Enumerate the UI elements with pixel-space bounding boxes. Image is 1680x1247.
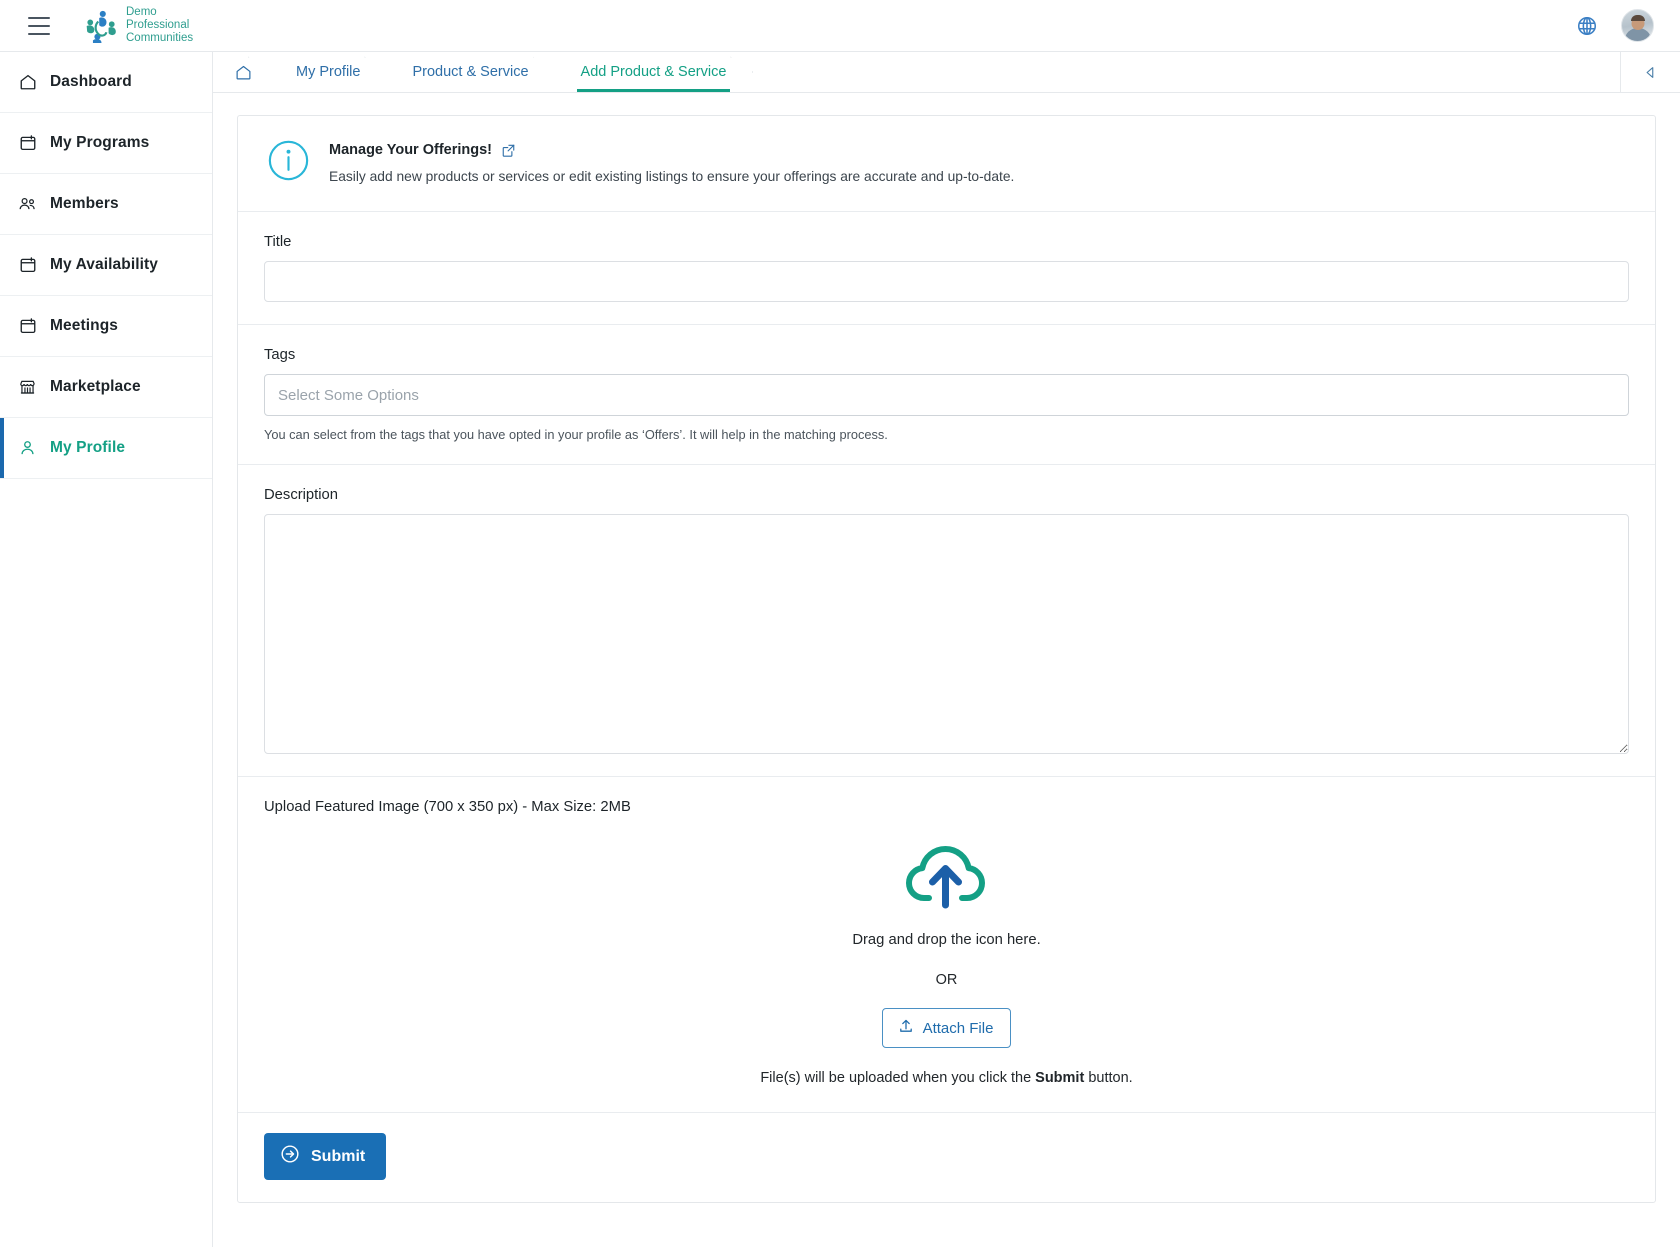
external-link-icon[interactable] [501, 143, 516, 158]
home-icon [236, 65, 251, 79]
top-header: Demo Professional Communities [0, 0, 1680, 52]
info-banner-description: Easily add new products or services or e… [329, 169, 1015, 184]
breadcrumb-label: Product & Service [412, 64, 529, 80]
breadcrumb-item-product-service[interactable]: Product & Service [386, 52, 555, 92]
storefront-icon [18, 378, 37, 397]
sidebar-item-my-profile[interactable]: My Profile [0, 418, 212, 479]
app-root: Demo Professional Communities Dashboard … [0, 0, 1680, 1247]
tags-field-group: Tags You can select from the tags that y… [238, 325, 1655, 465]
upload-note-bold: Submit [1035, 1070, 1085, 1086]
sidebar-item-marketplace[interactable]: Marketplace [0, 357, 212, 418]
upload-note: File(s) will be uploaded when you click … [760, 1070, 1132, 1086]
upload-icon [898, 1018, 914, 1038]
info-banner-title-row: Manage Your Offerings! [329, 142, 1014, 158]
submit-button[interactable]: Submit [264, 1133, 387, 1180]
brand-logo-text: Demo Professional Communities [126, 6, 193, 45]
breadcrumb-home[interactable] [213, 52, 270, 92]
logo-line-3: Communities [126, 31, 194, 44]
attach-file-label: Attach File [922, 1019, 994, 1037]
calendar-icon [18, 256, 37, 275]
upload-note-suffix: button. [1084, 1070, 1133, 1086]
breadcrumb: My Profile Product & Service Add Product… [213, 52, 1680, 93]
breadcrumb-label: Add Product & Service [580, 64, 727, 80]
sidebar-filler [0, 479, 212, 1247]
submit-label: Submit [311, 1147, 366, 1165]
attach-file-button[interactable]: Attach File [881, 1008, 1012, 1048]
tags-input[interactable] [264, 374, 1629, 416]
submit-section: Submit [238, 1113, 1655, 1202]
breadcrumb-label: My Profile [296, 64, 361, 80]
info-banner: Manage Your Offerings! Easily add new pr… [238, 116, 1655, 212]
sidebar-item-label: My Profile [50, 439, 126, 456]
form-card: Manage Your Offerings! Easily add new pr… [237, 115, 1656, 1203]
sidebar-item-dashboard[interactable]: Dashboard [0, 52, 212, 113]
content-area: Manage Your Offerings! Easily add new pr… [213, 93, 1680, 1247]
sidebar-item-members[interactable]: Members [0, 174, 212, 235]
hamburger-menu-icon[interactable] [28, 16, 50, 35]
upload-section: Upload Featured Image (700 x 350 px) - M… [238, 777, 1655, 1113]
logo-line-2: Professional [126, 19, 190, 32]
upload-note-prefix: File(s) will be uploaded when you click … [760, 1070, 1036, 1086]
calendar-icon [18, 134, 37, 153]
breadcrumb-item-add-product-service[interactable]: Add Product & Service [554, 52, 753, 92]
tags-hint: You can select from the tags that you ha… [264, 427, 888, 442]
file-drop-zone[interactable]: Drag and drop the icon here. OR Attach F… [264, 839, 1629, 1086]
description-field-group: Description [238, 465, 1655, 777]
title-label: Title [264, 234, 292, 250]
person-icon [18, 439, 37, 458]
sidebar-item-label: My Availability [50, 256, 159, 273]
sidebar-item-my-availability[interactable]: My Availability [0, 235, 212, 296]
sidebar-item-label: Meetings [50, 317, 118, 334]
brand-logo[interactable]: Demo Professional Communities [83, 6, 193, 45]
info-banner-title: Manage Your Offerings! [329, 142, 493, 158]
description-label: Description [264, 487, 339, 503]
or-text: OR [935, 972, 958, 988]
tags-label: Tags [264, 347, 296, 363]
sidebar-item-label: Dashboard [50, 73, 132, 90]
sidebar-item-label: Marketplace [50, 378, 141, 395]
globe-icon[interactable] [1575, 14, 1599, 38]
people-logo-icon [86, 10, 116, 43]
title-field-group: Title [238, 212, 1655, 325]
cloud-upload-icon [904, 839, 990, 916]
upload-label: Upload Featured Image (700 x 350 px) - M… [264, 799, 631, 815]
chevron-left-icon[interactable] [1620, 52, 1680, 92]
calendar-icon [18, 317, 37, 336]
drag-drop-text: Drag and drop the icon here. [852, 932, 1041, 948]
info-banner-text: Manage Your Offerings! Easily add new pr… [329, 138, 1014, 187]
breadcrumb-item-my-profile[interactable]: My Profile [270, 52, 387, 92]
people-icon [18, 195, 37, 214]
sidebar-item-label: My Programs [50, 134, 150, 151]
breadcrumb-spacer [752, 52, 1620, 92]
sidebar-item-my-programs[interactable]: My Programs [0, 113, 212, 174]
breadcrumb-active-underline [576, 89, 731, 92]
sidebar-item-meetings[interactable]: Meetings [0, 296, 212, 357]
avatar[interactable] [1621, 9, 1654, 42]
header-actions [1575, 9, 1662, 42]
sidebar: Dashboard My Programs Members My Availab… [0, 52, 213, 1247]
title-input[interactable] [264, 261, 1629, 302]
sidebar-item-label: Members [50, 195, 119, 212]
home-icon [18, 73, 37, 92]
info-circle-icon [268, 140, 309, 186]
body-row: Dashboard My Programs Members My Availab… [0, 52, 1680, 1247]
main-area: My Profile Product & Service Add Product… [213, 52, 1680, 1247]
description-textarea[interactable] [264, 514, 1629, 754]
arrow-right-circle-icon [280, 1144, 300, 1169]
logo-line-1: Demo [126, 6, 157, 19]
